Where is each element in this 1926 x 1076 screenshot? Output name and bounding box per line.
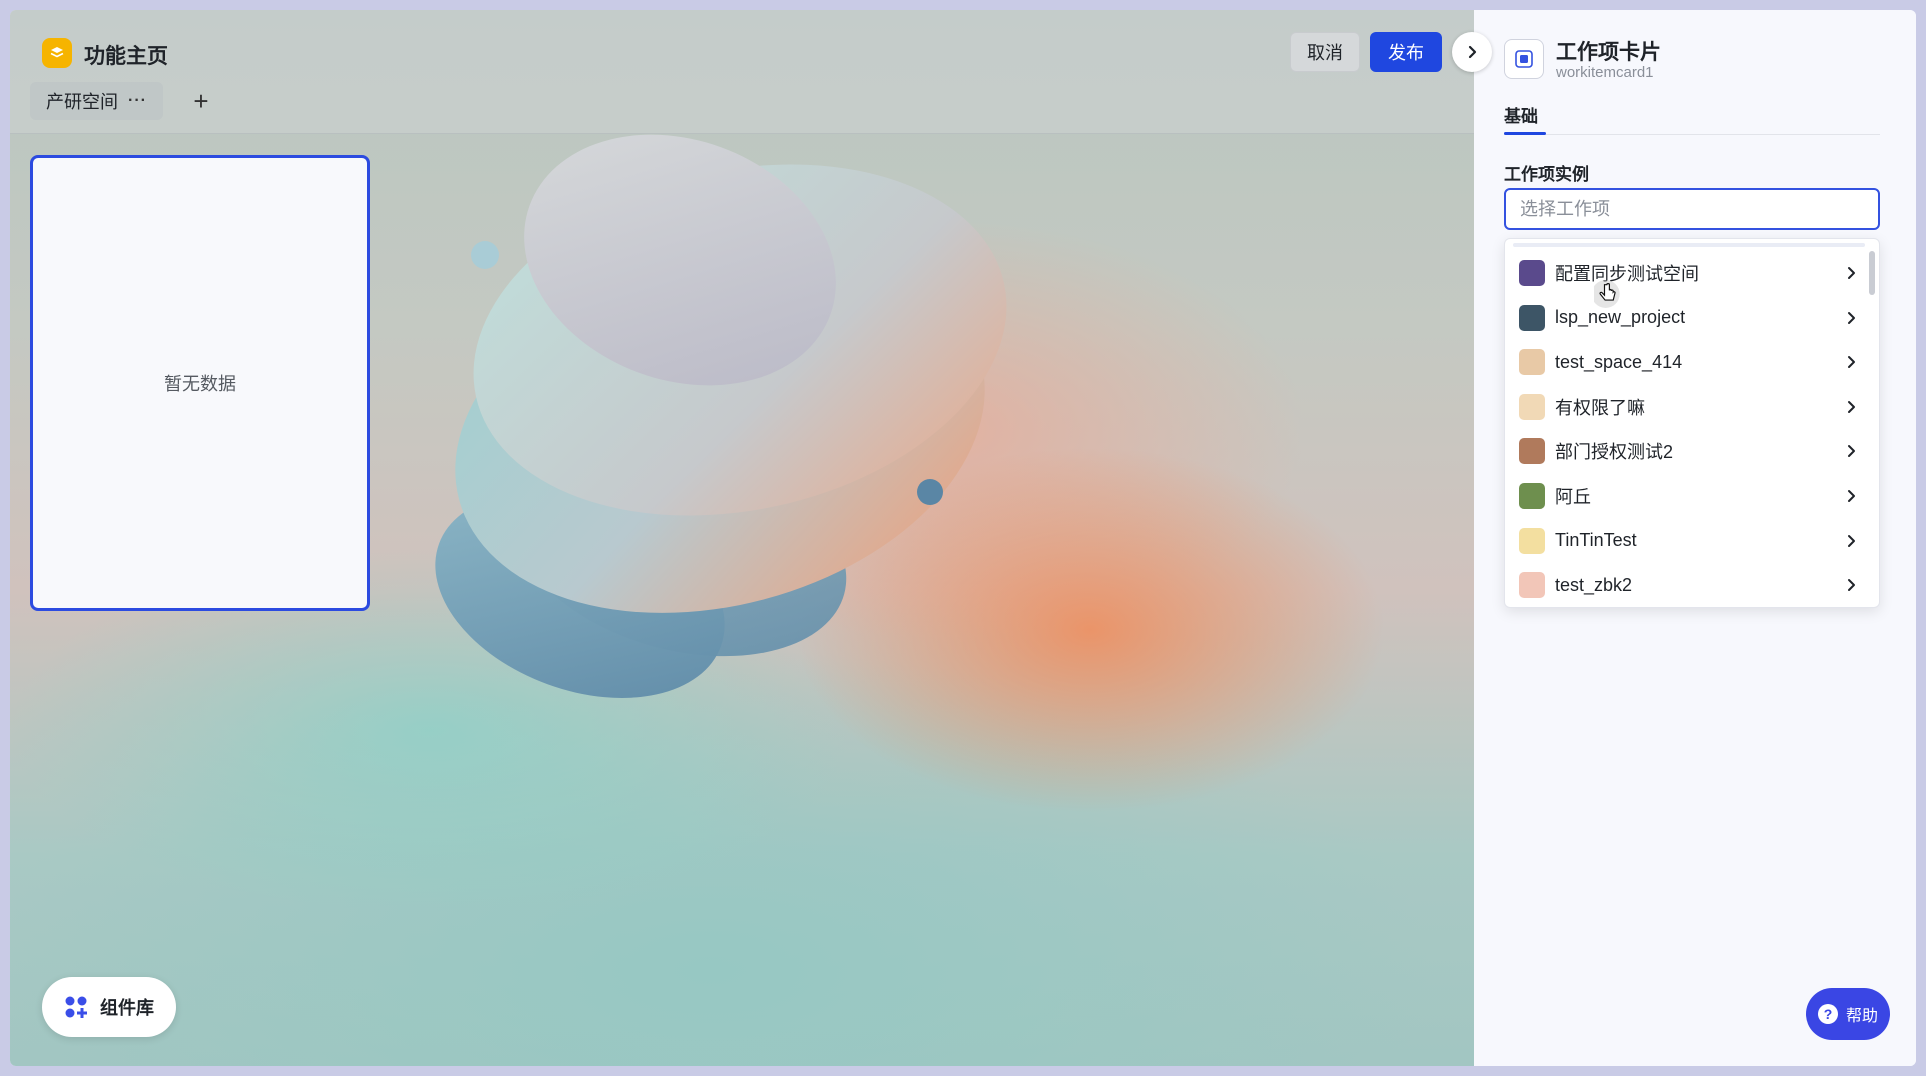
chevron-right-icon[interactable] — [1843, 443, 1859, 459]
workitem-card-placeholder[interactable]: 暂无数据 — [30, 155, 370, 611]
help-button[interactable]: ? 帮助 — [1806, 988, 1890, 1040]
chevron-right-icon[interactable] — [1843, 399, 1859, 415]
workitem-dropdown: 配置同步测试空间 lsp_new_project test_space_414 有权限… — [1504, 238, 1880, 608]
help-label: 帮助 — [1845, 1008, 1878, 1025]
publish-button[interactable]: 发布 — [1370, 32, 1442, 72]
app-window: 功能主页 产研空间 ··· + 取消 发布 暂无数据 组件库 工作项卡片 wor… — [10, 10, 1916, 1066]
tab-basic[interactable]: 基础 — [1504, 102, 1538, 127]
component-library-button[interactable]: 组件库 — [42, 977, 176, 1037]
workitem-card-icon — [1504, 39, 1544, 79]
space-avatar — [1519, 304, 1545, 331]
component-id: workitemcard1 — [1556, 64, 1654, 81]
space-avatar — [1519, 349, 1545, 376]
workitem-option[interactable]: TinTinTest — [1519, 521, 1859, 561]
workitem-option[interactable]: test_space_414 — [1519, 342, 1859, 382]
top-bar: 功能主页 产研空间 ··· + 取消 发布 — [10, 10, 1474, 134]
component-library-label: 组件库 — [100, 998, 154, 1018]
space-avatar — [1519, 483, 1545, 509]
tab-workspace-label: 产研空间 — [46, 92, 118, 112]
workitem-option[interactable]: test_zbk2 — [1519, 565, 1859, 605]
workitem-option-label: 部门授权测试2 — [1555, 442, 1674, 463]
collapse-panel-button[interactable] — [1452, 32, 1492, 72]
workitem-option-label: test_space_414 — [1555, 351, 1683, 372]
tab-workspace[interactable]: 产研空间 ··· — [30, 82, 163, 120]
background-artwork — [435, 134, 1007, 698]
workitem-select-input[interactable] — [1504, 188, 1880, 230]
chevron-right-icon[interactable] — [1843, 577, 1859, 593]
space-avatar — [1519, 260, 1545, 286]
workitem-option-label: 有权限了嘛 — [1555, 397, 1645, 418]
space-avatar — [1519, 527, 1545, 554]
chevron-right-icon[interactable] — [1843, 488, 1859, 504]
space-avatar — [1519, 393, 1545, 420]
app-logo-icon — [42, 38, 72, 68]
tab-active-indicator — [1504, 132, 1546, 135]
space-avatar — [1519, 572, 1545, 599]
workitem-option[interactable]: 有权限了嘛 — [1519, 387, 1859, 427]
workitem-option-label: test_zbk2 — [1555, 574, 1633, 595]
tab-divider — [1504, 134, 1880, 135]
chevron-right-icon — [1468, 45, 1477, 59]
workitem-instance-label: 工作项实例 — [1504, 165, 1589, 184]
component-title: 工作项卡片 — [1556, 41, 1661, 64]
component-library-icon — [65, 996, 87, 1018]
workitem-option-label: 阿丘 — [1555, 487, 1591, 507]
hand-cursor-icon — [1594, 280, 1620, 308]
dropdown-top-indicator — [1513, 243, 1865, 247]
properties-panel: 工作项卡片 workitemcard1 基础 工作项实例 配置同步测试空间 lsp… — [1474, 10, 1916, 1066]
workitem-option[interactable]: lsp_new_project — [1519, 298, 1859, 338]
chevron-right-icon[interactable] — [1843, 354, 1859, 370]
workitem-option[interactable]: 阿丘 — [1519, 476, 1859, 516]
more-icon[interactable]: ··· — [128, 92, 147, 110]
chevron-right-icon[interactable] — [1843, 310, 1859, 326]
cancel-button[interactable]: 取消 — [1290, 32, 1360, 72]
app-title: 功能主页 — [84, 45, 168, 68]
workitem-option-label: TinTinTest — [1555, 530, 1637, 551]
add-tab-button[interactable]: + — [188, 88, 214, 114]
help-icon: ? — [1817, 1004, 1838, 1024]
dropdown-scrollbar[interactable] — [1869, 251, 1875, 295]
workitem-option-label: lsp_new_project — [1555, 307, 1686, 328]
canvas-area: 功能主页 产研空间 ··· + 取消 发布 暂无数据 组件库 — [10, 10, 1474, 1066]
chevron-right-icon[interactable] — [1843, 265, 1859, 281]
empty-state-text: 暂无数据 — [164, 374, 236, 394]
workitem-option[interactable]: 配置同步测试空间 — [1519, 253, 1859, 293]
chevron-right-icon[interactable] — [1843, 533, 1859, 549]
space-avatar — [1519, 438, 1545, 465]
workitem-option[interactable]: 部门授权测试2 — [1519, 431, 1859, 471]
